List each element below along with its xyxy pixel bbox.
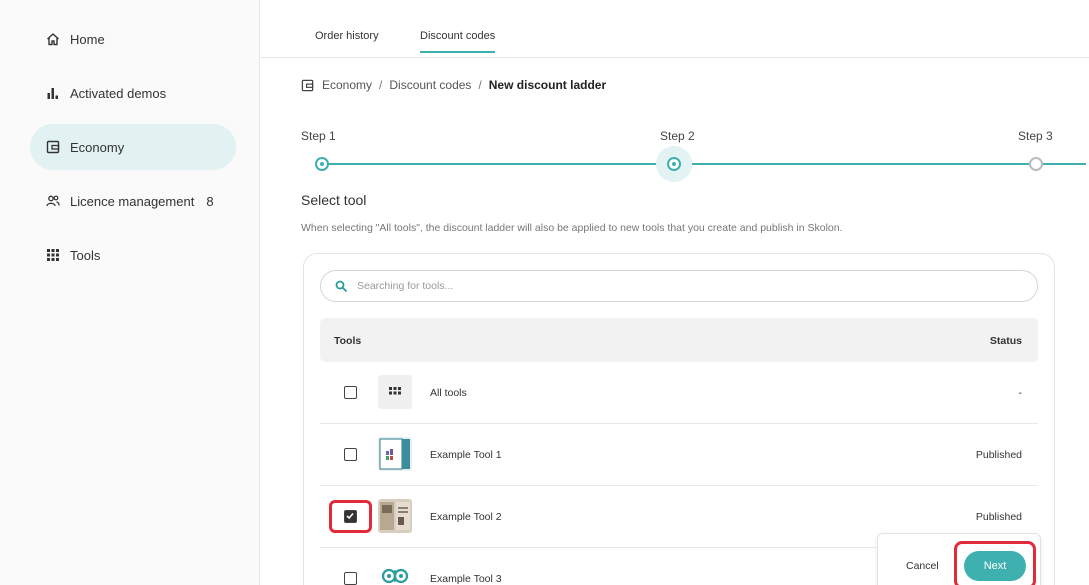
tab-bar: Order history Discount codes [261,0,1089,58]
next-button-highlight-annotation [954,541,1036,585]
breadcrumb-current: New discount ladder [488,78,607,92]
tool-name: Example Tool 1 [430,449,502,461]
sidebar-item-activated-demos[interactable]: Activated demos [30,70,236,116]
tool-status: Published [975,449,1022,461]
grid-icon [378,375,412,409]
breadcrumb-separator: / [379,78,383,92]
breadcrumb: Economy / Discount codes / New discount … [301,78,606,92]
sidebar-item-label: Tools [70,247,101,263]
table-header: Tools Status [320,318,1038,362]
tool-name: Example Tool 2 [430,511,502,523]
sidebar-item-home[interactable]: Home [30,16,236,62]
row-checkbox[interactable] [344,448,357,461]
search-box [320,270,1038,302]
home-icon [46,32,60,46]
table-row: All tools - [320,362,1038,424]
breadcrumb-link-economy[interactable]: Economy [322,78,372,92]
users-icon [46,194,60,208]
sidebar-item-label: Activated demos [70,85,167,101]
licence-count-badge: 8 [206,193,214,209]
section-title: Select tool [301,192,367,208]
search-input[interactable] [357,280,957,292]
app-window: Home Activated demos Economy Licence man… [0,0,1089,585]
tool-status: Published [975,511,1022,523]
tab-order-history[interactable]: Order history [315,30,379,51]
main-content: Order history Discount codes Economy / D… [261,0,1089,585]
column-header-status: Status [989,335,1022,347]
table-row: Example Tool 1 Published [320,424,1038,486]
sidebar-item-label: Home [70,31,105,47]
sidebar-item-licence-management[interactable]: Licence management 8 [30,178,236,224]
stepper-track [322,163,1086,165]
sidebar-item-tools[interactable]: Tools [30,232,236,278]
tool-status: - [1018,387,1023,399]
wallet-icon [301,79,314,92]
row-checkbox[interactable] [344,386,357,399]
search-icon [335,280,347,292]
step-1-dot [315,157,329,171]
step-2-dot [667,157,681,171]
row-checkbox[interactable] [344,572,357,585]
step-3-label: Step 3 [1018,129,1053,143]
step-2-label: Step 2 [660,129,695,143]
tool-name: Example Tool 3 [430,573,502,585]
tool2-thumbnail [378,499,412,533]
step-1-label: Step 1 [301,129,336,143]
checkbox-highlight-annotation [329,500,372,533]
section-description: When selecting "All tools", the discount… [301,222,843,234]
sidebar-item-economy[interactable]: Economy [30,124,236,170]
bar-chart-icon [46,86,60,100]
cancel-button[interactable]: Cancel [906,560,939,572]
tool-name: All tools [430,387,467,399]
step-3-dot [1029,157,1043,171]
sidebar-item-label: Licence management [70,193,195,209]
sidebar: Home Activated demos Economy Licence man… [0,0,260,585]
grid-icon [46,248,60,262]
breadcrumb-link-discount-codes[interactable]: Discount codes [389,78,471,92]
tab-discount-codes[interactable]: Discount codes [420,30,496,53]
breadcrumb-separator: / [478,78,482,92]
wallet-icon [46,140,60,154]
sidebar-item-label: Economy [70,139,125,155]
tool3-logo-icon [378,561,412,585]
column-header-tools: Tools [334,335,362,347]
tool1-thumbnail [378,437,412,471]
